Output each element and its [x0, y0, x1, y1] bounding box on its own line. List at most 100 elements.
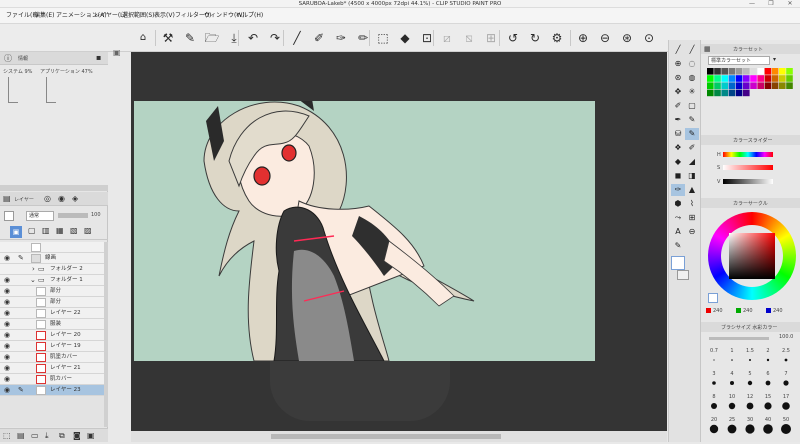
layer-row[interactable]: ◉ 肌カバー: [0, 374, 105, 385]
brush-size-dot[interactable]: [713, 359, 715, 361]
palette-swatch[interactable]: [779, 82, 786, 89]
palette-swatch[interactable]: [743, 68, 750, 75]
brush-size-dot[interactable]: [747, 380, 753, 386]
open-icon[interactable]: 🗁: [202, 28, 222, 48]
blend-mode-select[interactable]: 通常: [26, 211, 54, 221]
layer-row[interactable]: ◉ ✎ 線画: [0, 253, 105, 264]
minimize-button[interactable]: —: [744, 0, 760, 8]
brush-size-dot[interactable]: [766, 358, 770, 362]
brush-size-dot[interactable]: [783, 380, 789, 386]
palette-swatch[interactable]: [714, 82, 721, 89]
brush-size-dot[interactable]: [784, 358, 788, 362]
palette-swatch[interactable]: [721, 89, 728, 97]
fit-icon[interactable]: ⊛: [617, 28, 637, 48]
palette-swatch[interactable]: [707, 75, 714, 82]
redo-icon[interactable]: ↷: [265, 28, 285, 48]
value-slider[interactable]: [723, 179, 773, 184]
eye-icon[interactable]: ◉: [4, 286, 10, 297]
palette-swatch[interactable]: [707, 89, 714, 97]
palette-swatch[interactable]: [721, 82, 728, 89]
horizontal-scrollbar[interactable]: [131, 431, 667, 442]
rotate-right-icon[interactable]: ↻: [525, 28, 545, 48]
layer-row[interactable]: ◉ レイヤー 22: [0, 308, 105, 319]
zoom-out-icon[interactable]: ⊖: [595, 28, 615, 48]
palette-swatch[interactable]: [764, 68, 772, 75]
brush-size-dot[interactable]: [731, 359, 733, 361]
sub-color-swatch[interactable]: [677, 270, 689, 280]
layer-row[interactable]: ◉ 肌塗カバー: [0, 352, 105, 363]
palette-swatch[interactable]: [764, 75, 772, 82]
palette-swatch[interactable]: [743, 89, 750, 97]
pencil-icon[interactable]: ✏: [353, 28, 373, 48]
palette-swatch[interactable]: [728, 75, 736, 82]
lasso-tool-icon[interactable]: ◌: [685, 58, 699, 70]
brush-size-dot[interactable]: [727, 424, 737, 434]
select-tool-icon[interactable]: ◍: [685, 72, 699, 84]
eye-icon[interactable]: ◉: [4, 374, 10, 385]
palette-swatch[interactable]: [707, 82, 714, 89]
reference-icon[interactable]: ▥: [42, 226, 50, 235]
layer-row[interactable]: ◉ レイヤー 19: [0, 341, 105, 352]
scroll-thumb[interactable]: [271, 434, 501, 439]
eye-icon[interactable]: ◉: [4, 330, 10, 341]
layer-row[interactable]: ◉ 部分: [0, 297, 105, 308]
eraser-tool-icon[interactable]: ◆: [671, 156, 685, 168]
palette-swatch[interactable]: [786, 68, 793, 75]
brush-icon[interactable]: ✑: [331, 28, 351, 48]
eye-icon[interactable]: ◉: [4, 297, 10, 308]
chevron-down-icon[interactable]: ▾: [773, 56, 776, 63]
balloon-icon[interactable]: ⊖: [685, 226, 699, 238]
eye-icon[interactable]: ◉: [4, 352, 10, 363]
palette-swatch[interactable]: [786, 82, 793, 89]
main-color-swatch[interactable]: [671, 256, 685, 270]
layer-row-selected[interactable]: ◉ ✎ レイヤー 23: [0, 385, 105, 396]
palette-swatch[interactable]: [750, 68, 757, 75]
eye-icon[interactable]: ◉: [4, 253, 10, 264]
hue-slider[interactable]: [723, 152, 773, 157]
brush-size-dot[interactable]: [730, 381, 734, 385]
palette-swatch[interactable]: [779, 68, 786, 75]
blend-icon[interactable]: ❖: [671, 142, 685, 154]
palette-swatch[interactable]: [735, 89, 743, 97]
color-set-select[interactable]: 標準カラーセット: [708, 56, 770, 65]
palette-swatch[interactable]: [721, 75, 728, 82]
magic-wand-icon[interactable]: ⊛: [671, 72, 685, 84]
layer-row[interactable]: › ▭ フォルダー 2: [0, 264, 105, 275]
tab-icon-2[interactable]: ◎: [44, 194, 51, 203]
undo-icon[interactable]: ↶: [243, 28, 263, 48]
brush-size-dot[interactable]: [746, 402, 754, 410]
brush2-tool-icon[interactable]: ✎: [685, 114, 699, 126]
palette-swatch[interactable]: [735, 75, 743, 82]
rotate-left-icon[interactable]: ↺: [503, 28, 523, 48]
brush-size-dot[interactable]: [782, 402, 790, 410]
figure-icon[interactable]: ▲: [685, 184, 699, 196]
palette-swatch[interactable]: [735, 68, 743, 75]
saturation-square[interactable]: [729, 233, 775, 279]
palette-swatch[interactable]: [757, 68, 764, 75]
brush-size-grid[interactable]: 0.7 1 1.5 2 2.5 3 4 5 6 7 8 10 12 15 17 20 25 30 40 50: [705, 346, 797, 442]
brush-size-dot[interactable]: [765, 380, 771, 386]
canvas-paper[interactable]: [134, 81, 595, 362]
brush-size-dot[interactable]: [745, 424, 755, 434]
palette-swatch[interactable]: [728, 82, 736, 89]
menu-edit[interactable]: 編集(E): [32, 8, 56, 24]
mask-icon[interactable]: ▧: [70, 226, 78, 235]
selection-icon[interactable]: ⬚: [373, 28, 393, 48]
color-palette-grid[interactable]: [707, 68, 795, 118]
current-color-swatch[interactable]: [708, 293, 718, 303]
transfer-icon[interactable]: ⤓: [45, 431, 49, 441]
palette-swatch[interactable]: [728, 68, 736, 75]
brush-size-dot[interactable]: [749, 359, 751, 361]
brush-size-dot[interactable]: [764, 402, 772, 410]
palette-swatch[interactable]: [750, 82, 757, 89]
tab-icon-4[interactable]: ◈: [72, 194, 78, 203]
transform-icon[interactable]: ⊡: [417, 28, 437, 48]
layer-row[interactable]: ◉ レイヤー 20: [0, 330, 105, 341]
palette-swatch[interactable]: [757, 75, 764, 82]
new-vector-icon[interactable]: ▤: [17, 431, 25, 440]
chevron-down-icon[interactable]: ⌄: [30, 275, 36, 286]
palette-swatch[interactable]: [743, 82, 750, 89]
eye-icon[interactable]: ◉: [4, 385, 10, 396]
brush-size-dot[interactable]: [711, 403, 717, 409]
palette-swatch[interactable]: [707, 68, 714, 75]
